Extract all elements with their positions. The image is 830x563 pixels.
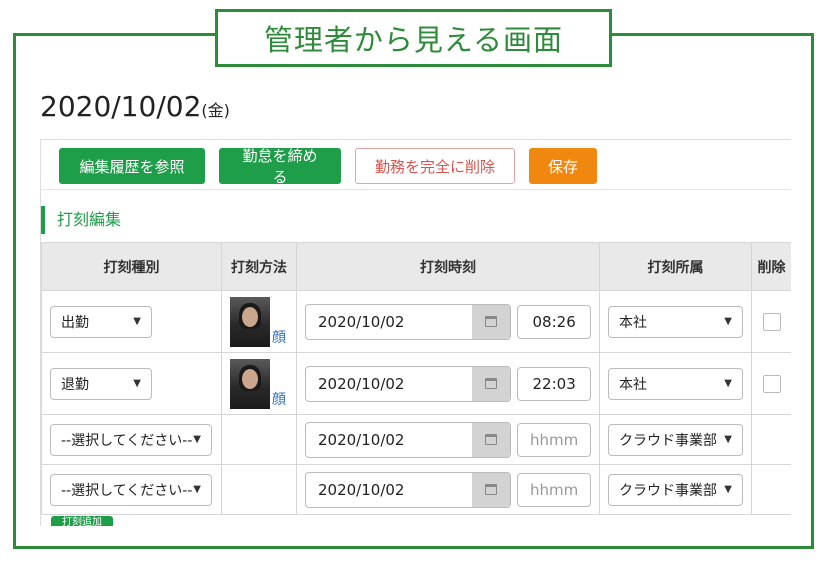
punch-time-input[interactable]: hhmm [517, 472, 591, 507]
date-main: 2020/10/02 [40, 90, 202, 123]
org-value: クラウド事業部 [619, 482, 717, 499]
table-header: 打刻種別 打刻方法 打刻時刻 打刻所属 削除 [41, 242, 791, 291]
caret-down-icon: ▼ [193, 434, 201, 445]
table-row: --選択してください-- ▼ 2020/10/02 hhmm クラウド事業部 ▼ [41, 464, 791, 515]
divider [41, 189, 791, 190]
punch-type-value: --選択してください-- [61, 432, 193, 449]
delete-checkbox[interactable] [762, 312, 781, 331]
punch-type-value: 出勤 [61, 314, 89, 331]
caret-down-icon: ▼ [193, 484, 201, 495]
punch-time-input[interactable]: 22:03 [517, 366, 591, 401]
punch-type-select[interactable]: --選択してください-- ▼ [50, 423, 212, 456]
org-value: 本社 [619, 376, 647, 393]
delete-checkbox[interactable] [762, 374, 781, 393]
punch-date-value: 2020/10/02 [318, 480, 405, 499]
punch-date-value: 2020/10/02 [318, 374, 405, 393]
caret-down-icon: ▼ [133, 378, 141, 389]
punch-time-input[interactable]: hhmm [517, 422, 591, 457]
org-select[interactable]: 本社 ▼ [608, 367, 743, 400]
caret-down-icon: ▼ [724, 378, 732, 389]
col-header: 打刻種別 [41, 242, 222, 291]
punch-date-input[interactable]: 2020/10/02 [305, 303, 512, 340]
face-photo-thumbnail[interactable] [230, 358, 270, 409]
calendar-icon[interactable] [472, 422, 511, 457]
add-punch-button[interactable]: 打刻追加 [51, 516, 113, 526]
calendar-icon[interactable] [472, 472, 511, 507]
col-header: 打刻所属 [599, 242, 752, 291]
caret-down-icon: ▼ [133, 316, 141, 327]
page-date: 2020/10/02(金) [40, 90, 230, 123]
punch-type-value: --選択してください-- [61, 482, 193, 499]
punch-date-value: 2020/10/02 [318, 430, 405, 449]
view-history-button[interactable]: 編集履歴を参照 [59, 148, 205, 184]
caret-down-icon: ▼ [724, 316, 732, 327]
calendar-icon[interactable] [472, 366, 511, 401]
punch-date-input[interactable]: 2020/10/02 [305, 421, 512, 458]
calendar-icon[interactable] [472, 304, 511, 339]
org-select[interactable]: クラウド事業部 ▼ [608, 423, 743, 456]
punch-table: 打刻種別 打刻方法 打刻時刻 打刻所属 削除 出勤 ▼ 顔 2020/10/02 … [41, 242, 791, 515]
table-row: 出勤 ▼ 顔 2020/10/02 08:26 本社 ▼ [41, 290, 791, 353]
punch-type-select[interactable]: --選択してください-- ▼ [50, 473, 212, 506]
org-value: クラウド事業部 [619, 432, 717, 449]
date-weekday: (金) [201, 101, 230, 120]
delete-work-button[interactable]: 勤務を完全に削除 [355, 148, 515, 184]
face-photo-thumbnail[interactable] [230, 296, 270, 347]
section-title: 打刻編集 [41, 206, 121, 234]
edit-panel: 編集履歴を参照 勤怠を締める 勤務を完全に削除 保存 打刻編集 打刻種別 打刻方… [40, 139, 791, 526]
callout-label: 管理者から見える画面 [215, 9, 612, 67]
punch-date-input[interactable]: 2020/10/02 [305, 471, 512, 508]
caret-down-icon: ▼ [724, 484, 732, 495]
punch-type-select[interactable]: 出勤 ▼ [50, 305, 152, 338]
org-select[interactable]: 本社 ▼ [608, 305, 743, 338]
save-button[interactable]: 保存 [529, 148, 597, 184]
punch-date-input[interactable]: 2020/10/02 [305, 365, 512, 402]
face-link[interactable]: 顔 [272, 389, 286, 409]
table-row: --選択してください-- ▼ 2020/10/02 hhmm クラウド事業部 ▼ [41, 414, 791, 465]
col-header: 削除 [751, 242, 791, 291]
face-link[interactable]: 顔 [272, 327, 286, 347]
table-row: 退勤 ▼ 顔 2020/10/02 22:03 本社 ▼ [41, 352, 791, 415]
col-header: 打刻方法 [221, 242, 297, 291]
org-select[interactable]: クラウド事業部 ▼ [608, 473, 743, 506]
org-value: 本社 [619, 314, 647, 331]
caret-down-icon: ▼ [724, 434, 732, 445]
punch-date-value: 2020/10/02 [318, 312, 405, 331]
toolbar: 編集履歴を参照 勤怠を締める 勤務を完全に削除 保存 [59, 147, 597, 186]
close-attendance-button[interactable]: 勤怠を締める [219, 147, 341, 186]
col-header: 打刻時刻 [296, 242, 600, 291]
punch-time-input[interactable]: 08:26 [517, 304, 591, 339]
punch-type-value: 退勤 [61, 376, 89, 393]
punch-method: 顔 [230, 296, 288, 347]
punch-method: 顔 [230, 358, 288, 409]
punch-type-select[interactable]: 退勤 ▼ [50, 367, 152, 400]
